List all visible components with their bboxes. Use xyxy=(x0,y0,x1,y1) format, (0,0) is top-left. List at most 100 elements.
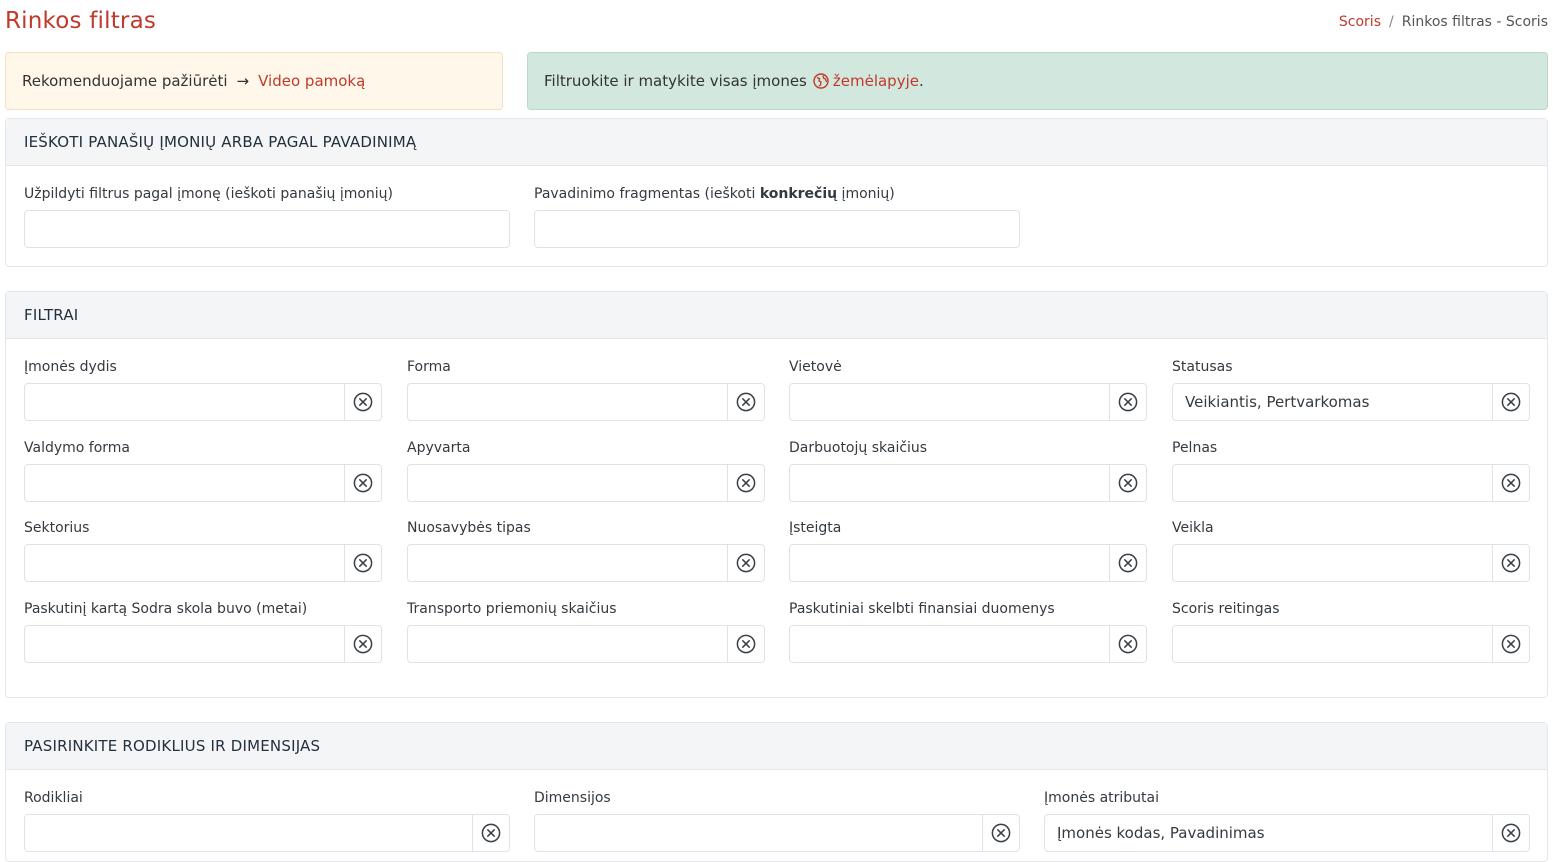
similar-company-label: Užpildyti filtrus pagal įmonę (ieškoti p… xyxy=(24,186,394,202)
rodikliai-select[interactable] xyxy=(24,814,510,852)
pelnas-clear-button[interactable] xyxy=(1492,465,1529,501)
sektorius-value[interactable] xyxy=(25,545,344,581)
paskutiniai-skelbti-finansiai-duomenys-label: Paskutiniai skelbti finansiai duomenys xyxy=(789,601,1055,617)
vietove-value[interactable] xyxy=(790,384,1109,420)
paskutiniai-skelbti-finansiai-duomenys-clear-button[interactable] xyxy=(1109,626,1146,662)
dimensijos-select[interactable] xyxy=(534,814,1020,852)
valdymo-forma-select[interactable] xyxy=(24,464,382,502)
scoris-reitingas-value[interactable] xyxy=(1173,626,1492,662)
isteigta-value[interactable] xyxy=(790,545,1109,581)
paskutiniai-skelbti-finansiai-duomenys-value[interactable] xyxy=(790,626,1109,662)
rodikliai-label: Rodikliai xyxy=(24,790,83,806)
circle-x-icon xyxy=(353,392,373,412)
video-tutorial-link[interactable]: Video pamoką xyxy=(258,72,365,90)
paskutini-karta-sodra-skola-buvo-metai-select[interactable] xyxy=(24,625,382,663)
dimensijos-value[interactable] xyxy=(535,815,982,851)
dimensijos-clear-button[interactable] xyxy=(982,815,1019,851)
forma-value[interactable] xyxy=(408,384,727,420)
darbuotoju-skaicius-clear-button[interactable] xyxy=(1109,465,1146,501)
circle-x-icon xyxy=(1118,553,1138,573)
apyvarta-label: Apyvarta xyxy=(407,440,471,456)
statusas-clear-button[interactable] xyxy=(1492,384,1529,420)
imones-atributai-value[interactable]: Įmonės kodas, Pavadinimas xyxy=(1045,815,1492,851)
veikla-value[interactable] xyxy=(1173,545,1492,581)
imones-dydis-value[interactable] xyxy=(25,384,344,420)
paskutini-karta-sodra-skola-buvo-metai-clear-button[interactable] xyxy=(344,626,381,662)
veikla-label: Veikla xyxy=(1172,520,1214,536)
search-section-title: Ieškoti panašių įmonių arba pagal pavadi… xyxy=(24,133,417,151)
statusas-select[interactable]: Veikiantis, Pertvarkomas xyxy=(1172,383,1530,421)
circle-x-icon xyxy=(736,392,756,412)
nuosavybes-tipas-value[interactable] xyxy=(408,545,727,581)
pelnas-select[interactable] xyxy=(1172,464,1530,502)
circle-x-icon xyxy=(736,634,756,654)
forma-select[interactable] xyxy=(407,383,765,421)
pelnas-label: Pelnas xyxy=(1172,440,1218,456)
circle-x-icon xyxy=(1501,823,1521,843)
globe-icon xyxy=(813,73,829,89)
name-fragment-input[interactable] xyxy=(534,210,1020,248)
filters-section-title: Filtrai xyxy=(24,306,79,324)
sektorius-clear-button[interactable] xyxy=(344,545,381,581)
similar-company-input[interactable] xyxy=(24,210,510,248)
name-fragment-label-suffix: įmonių) xyxy=(837,186,895,202)
transporto-priemoniu-skaicius-clear-button[interactable] xyxy=(727,626,764,662)
sektorius-select[interactable] xyxy=(24,544,382,582)
map-text: Filtruokite ir matykite visas įmones xyxy=(544,72,807,90)
veikla-clear-button[interactable] xyxy=(1492,545,1529,581)
rodikliai-clear-button[interactable] xyxy=(472,815,509,851)
rodikliai-value[interactable] xyxy=(25,815,472,851)
pelnas-value[interactable] xyxy=(1173,465,1492,501)
nuosavybes-tipas-clear-button[interactable] xyxy=(727,545,764,581)
imones-dydis-clear-button[interactable] xyxy=(344,384,381,420)
vietove-label: Vietovė xyxy=(789,359,842,375)
paskutini-karta-sodra-skola-buvo-metai-value[interactable] xyxy=(25,626,344,662)
circle-x-icon xyxy=(1118,392,1138,412)
statusas-value[interactable]: Veikiantis, Pertvarkomas xyxy=(1173,384,1492,420)
imones-atributai-select[interactable]: Įmonės kodas, Pavadinimas xyxy=(1044,814,1530,852)
veikla-select[interactable] xyxy=(1172,544,1530,582)
darbuotoju-skaicius-select[interactable] xyxy=(789,464,1147,502)
valdymo-forma-clear-button[interactable] xyxy=(344,465,381,501)
metrics-section-title: Pasirinkite rodiklius ir dimensijas xyxy=(24,737,321,755)
isteigta-clear-button[interactable] xyxy=(1109,545,1146,581)
darbuotoju-skaicius-label: Darbuotojų skaičius xyxy=(789,440,928,456)
dimensijos-label: Dimensijos xyxy=(534,790,611,806)
name-fragment-label-prefix: Pavadinimo fragmentas (ieškoti xyxy=(534,186,760,202)
isteigta-select[interactable] xyxy=(789,544,1147,582)
scoris-reitingas-clear-button[interactable] xyxy=(1492,626,1529,662)
apyvarta-select[interactable] xyxy=(407,464,765,502)
search-card-header: Ieškoti panašių įmonių arba pagal pavadi… xyxy=(6,119,1547,166)
valdymo-forma-label: Valdymo forma xyxy=(24,440,131,456)
transporto-priemoniu-skaicius-select[interactable] xyxy=(407,625,765,663)
nuosavybes-tipas-select[interactable] xyxy=(407,544,765,582)
imones-atributai-clear-button[interactable] xyxy=(1492,815,1529,851)
scoris-reitingas-label: Scoris reitingas xyxy=(1172,601,1280,617)
imones-dydis-select[interactable] xyxy=(24,383,382,421)
paskutiniai-skelbti-finansiai-duomenys-select[interactable] xyxy=(789,625,1147,663)
breadcrumb-separator: / xyxy=(1389,14,1394,30)
search-card: Ieškoti panašių įmonių arba pagal pavadi… xyxy=(5,118,1548,267)
scoris-reitingas-select[interactable] xyxy=(1172,625,1530,663)
apyvarta-value[interactable] xyxy=(408,465,727,501)
vietove-select[interactable] xyxy=(789,383,1147,421)
filters-card-header: Filtrai xyxy=(6,292,1547,339)
breadcrumb-home-link[interactable]: Scoris xyxy=(1339,14,1381,30)
circle-x-icon xyxy=(353,553,373,573)
circle-x-icon xyxy=(1501,634,1521,654)
nuosavybes-tipas-label: Nuosavybės tipas xyxy=(407,520,531,536)
vietove-clear-button[interactable] xyxy=(1109,384,1146,420)
name-fragment-label: Pavadinimo fragmentas (ieškoti konkrečių… xyxy=(534,186,895,202)
circle-x-icon xyxy=(481,823,501,843)
map-link[interactable]: žemėlapyje xyxy=(833,72,919,90)
apyvarta-clear-button[interactable] xyxy=(727,465,764,501)
breadcrumb: Scoris / Rinkos filtras - Scoris xyxy=(1339,14,1548,30)
forma-clear-button[interactable] xyxy=(727,384,764,420)
circle-x-icon xyxy=(736,473,756,493)
darbuotoju-skaicius-value[interactable] xyxy=(790,465,1109,501)
valdymo-forma-value[interactable] xyxy=(25,465,344,501)
transporto-priemoniu-skaicius-value[interactable] xyxy=(408,626,727,662)
metrics-card-header: Pasirinkite rodiklius ir dimensijas xyxy=(6,723,1547,770)
statusas-label: Statusas xyxy=(1172,359,1233,375)
map-alert: Filtruokite ir matykite visas įmones žem… xyxy=(527,52,1548,110)
